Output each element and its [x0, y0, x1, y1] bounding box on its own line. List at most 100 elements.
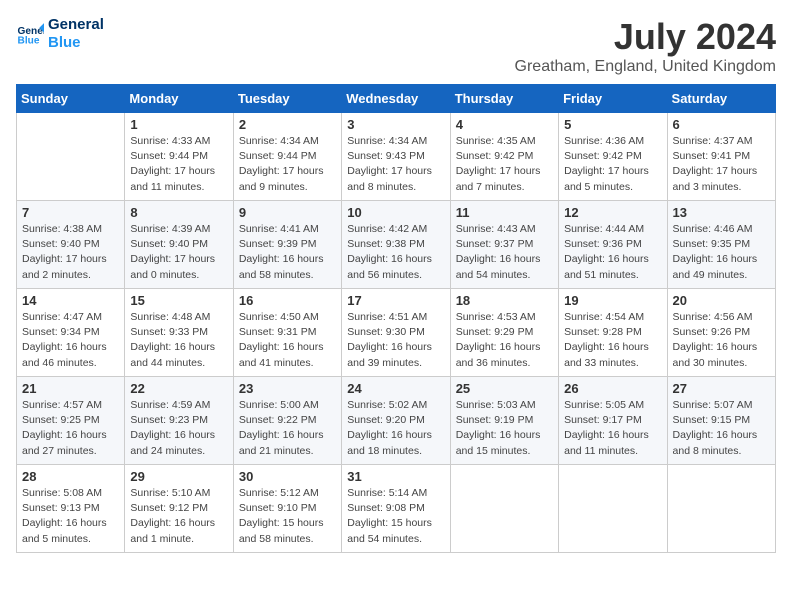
- calendar-week-row: 1Sunrise: 4:33 AMSunset: 9:44 PMDaylight…: [17, 113, 776, 201]
- day-info: Sunrise: 5:10 AMSunset: 9:12 PMDaylight:…: [130, 486, 227, 547]
- calendar-cell: 22Sunrise: 4:59 AMSunset: 9:23 PMDayligh…: [125, 377, 233, 465]
- col-header-friday: Friday: [559, 85, 667, 113]
- col-header-saturday: Saturday: [667, 85, 775, 113]
- calendar-cell: 17Sunrise: 4:51 AMSunset: 9:30 PMDayligh…: [342, 289, 450, 377]
- calendar-cell: 1Sunrise: 4:33 AMSunset: 9:44 PMDaylight…: [125, 113, 233, 201]
- col-header-tuesday: Tuesday: [233, 85, 341, 113]
- day-number: 13: [673, 205, 770, 220]
- calendar-cell: 6Sunrise: 4:37 AMSunset: 9:41 PMDaylight…: [667, 113, 775, 201]
- calendar-cell: 3 Sunrise: 4:34 AMSunset: 9:43 PMDaylight…: [342, 113, 450, 201]
- day-info: Sunrise: 5:14 AMSunset: 9:08 PMDaylight:…: [347, 486, 444, 547]
- day-number: 10: [347, 205, 444, 220]
- calendar-cell: 25 Sunrise: 5:03 AMSunset: 9:19 PMDayligh…: [450, 377, 558, 465]
- day-number: 24: [347, 381, 444, 396]
- calendar-cell: 30 Sunrise: 5:12 AMSunset: 9:10 PMDayligh…: [233, 465, 341, 553]
- day-number: 22: [130, 381, 227, 396]
- day-info: Sunrise: 4:34 AMSunset: 9:43 PMDaylight:…: [347, 134, 444, 195]
- logo-icon: General Blue: [16, 20, 44, 48]
- calendar-cell: 28 Sunrise: 5:08 AMSunset: 9:13 PMDayligh…: [17, 465, 125, 553]
- calendar-cell: 26 Sunrise: 5:05 AMSunset: 9:17 PMDayligh…: [559, 377, 667, 465]
- day-number: 2: [239, 117, 336, 132]
- calendar-cell: 7 Sunrise: 4:38 AMSunset: 9:40 PMDaylight…: [17, 201, 125, 289]
- day-info: Sunrise: 4:57 AMSunset: 9:25 PMDaylight:…: [22, 398, 119, 459]
- calendar-week-row: 21 Sunrise: 4:57 AMSunset: 9:25 PMDayligh…: [17, 377, 776, 465]
- day-info: Sunrise: 5:05 AMSunset: 9:17 PMDaylight:…: [564, 398, 661, 459]
- day-number: 15: [130, 293, 227, 308]
- calendar-header-row: SundayMondayTuesdayWednesdayThursdayFrid…: [17, 85, 776, 113]
- calendar-cell: 27 Sunrise: 5:07 AMSunset: 9:15 PMDayligh…: [667, 377, 775, 465]
- day-info: Sunrise: 4:48 AMSunset: 9:33 PMDaylight:…: [130, 310, 227, 371]
- day-info: Sunrise: 4:51 AMSunset: 9:30 PMDaylight:…: [347, 310, 444, 371]
- day-number: 9: [239, 205, 336, 220]
- day-info: Sunrise: 4:41 AMSunset: 9:39 PMDaylight:…: [239, 222, 336, 283]
- logo-line1: General: [48, 16, 104, 34]
- day-info: Sunrise: 4:34 AMSunset: 9:44 PMDaylight:…: [239, 134, 336, 195]
- calendar-cell: 5Sunrise: 4:36 AMSunset: 9:42 PMDaylight…: [559, 113, 667, 201]
- calendar-cell: 23 Sunrise: 5:00 AMSunset: 9:22 PMDayligh…: [233, 377, 341, 465]
- calendar-cell: [450, 465, 558, 553]
- day-info: Sunrise: 5:07 AMSunset: 9:15 PMDaylight:…: [673, 398, 770, 459]
- day-number: 7: [22, 205, 119, 220]
- day-number: 23: [239, 381, 336, 396]
- day-number: 11: [456, 205, 553, 220]
- day-number: 20: [673, 293, 770, 308]
- day-number: 3: [347, 117, 444, 132]
- calendar-cell: 13Sunrise: 4:46 AMSunset: 9:35 PMDayligh…: [667, 201, 775, 289]
- day-number: 1: [130, 117, 227, 132]
- logo-line2: Blue: [48, 34, 104, 52]
- day-number: 18: [456, 293, 553, 308]
- col-header-wednesday: Wednesday: [342, 85, 450, 113]
- page-header: General Blue General Blue July 2024 Grea…: [16, 16, 776, 76]
- calendar-cell: 16Sunrise: 4:50 AMSunset: 9:31 PMDayligh…: [233, 289, 341, 377]
- day-info: Sunrise: 5:12 AMSunset: 9:10 PMDaylight:…: [239, 486, 336, 547]
- calendar-cell: 31 Sunrise: 5:14 AMSunset: 9:08 PMDayligh…: [342, 465, 450, 553]
- title-area: July 2024 Greatham, England, United King…: [515, 16, 776, 76]
- calendar-cell: [17, 113, 125, 201]
- day-number: 6: [673, 117, 770, 132]
- day-info: Sunrise: 4:47 AMSunset: 9:34 PMDaylight:…: [22, 310, 119, 371]
- calendar-cell: 2 Sunrise: 4:34 AMSunset: 9:44 PMDaylight…: [233, 113, 341, 201]
- col-header-monday: Monday: [125, 85, 233, 113]
- day-number: 27: [673, 381, 770, 396]
- day-number: 30: [239, 469, 336, 484]
- day-number: 29: [130, 469, 227, 484]
- calendar-cell: 8 Sunrise: 4:39 AMSunset: 9:40 PMDaylight…: [125, 201, 233, 289]
- month-year-title: July 2024: [515, 16, 776, 58]
- calendar-cell: 11 Sunrise: 4:43 AMSunset: 9:37 PMDayligh…: [450, 201, 558, 289]
- day-info: Sunrise: 4:56 AMSunset: 9:26 PMDaylight:…: [673, 310, 770, 371]
- day-info: Sunrise: 4:43 AMSunset: 9:37 PMDaylight:…: [456, 222, 553, 283]
- col-header-thursday: Thursday: [450, 85, 558, 113]
- logo: General Blue General Blue: [16, 16, 104, 52]
- day-number: 8: [130, 205, 227, 220]
- day-number: 28: [22, 469, 119, 484]
- calendar-cell: 10Sunrise: 4:42 AMSunset: 9:38 PMDayligh…: [342, 201, 450, 289]
- day-number: 31: [347, 469, 444, 484]
- day-info: Sunrise: 5:02 AMSunset: 9:20 PMDaylight:…: [347, 398, 444, 459]
- day-info: Sunrise: 4:38 AMSunset: 9:40 PMDaylight:…: [22, 222, 119, 283]
- day-info: Sunrise: 5:03 AMSunset: 9:19 PMDaylight:…: [456, 398, 553, 459]
- calendar-cell: 15 Sunrise: 4:48 AMSunset: 9:33 PMDayligh…: [125, 289, 233, 377]
- calendar-week-row: 7 Sunrise: 4:38 AMSunset: 9:40 PMDaylight…: [17, 201, 776, 289]
- day-number: 16: [239, 293, 336, 308]
- day-info: Sunrise: 4:39 AMSunset: 9:40 PMDaylight:…: [130, 222, 227, 283]
- day-number: 21: [22, 381, 119, 396]
- day-number: 26: [564, 381, 661, 396]
- calendar-cell: 21 Sunrise: 4:57 AMSunset: 9:25 PMDayligh…: [17, 377, 125, 465]
- day-number: 25: [456, 381, 553, 396]
- calendar-cell: 9 Sunrise: 4:41 AMSunset: 9:39 PMDaylight…: [233, 201, 341, 289]
- location-subtitle: Greatham, England, United Kingdom: [515, 58, 776, 76]
- day-info: Sunrise: 4:35 AMSunset: 9:42 PMDaylight:…: [456, 134, 553, 195]
- day-info: Sunrise: 4:36 AMSunset: 9:42 PMDaylight:…: [564, 134, 661, 195]
- day-info: Sunrise: 5:08 AMSunset: 9:13 PMDaylight:…: [22, 486, 119, 547]
- calendar-cell: 19Sunrise: 4:54 AMSunset: 9:28 PMDayligh…: [559, 289, 667, 377]
- calendar-cell: 24 Sunrise: 5:02 AMSunset: 9:20 PMDayligh…: [342, 377, 450, 465]
- calendar-week-row: 28 Sunrise: 5:08 AMSunset: 9:13 PMDayligh…: [17, 465, 776, 553]
- col-header-sunday: Sunday: [17, 85, 125, 113]
- day-number: 19: [564, 293, 661, 308]
- calendar-cell: [559, 465, 667, 553]
- calendar-cell: [667, 465, 775, 553]
- calendar-cell: 14Sunrise: 4:47 AMSunset: 9:34 PMDayligh…: [17, 289, 125, 377]
- calendar-table: SundayMondayTuesdayWednesdayThursdayFrid…: [16, 84, 776, 553]
- day-info: Sunrise: 5:00 AMSunset: 9:22 PMDaylight:…: [239, 398, 336, 459]
- calendar-week-row: 14Sunrise: 4:47 AMSunset: 9:34 PMDayligh…: [17, 289, 776, 377]
